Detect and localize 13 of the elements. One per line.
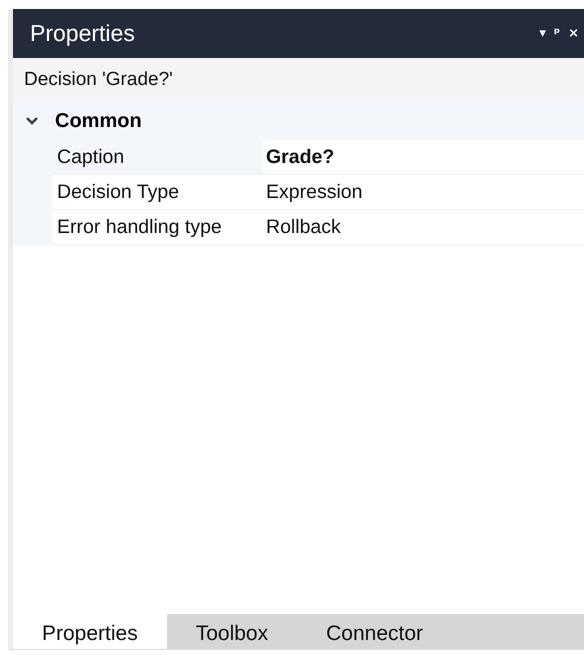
property-value[interactable]: Rollback bbox=[263, 210, 584, 245]
property-name[interactable]: Decision Type bbox=[52, 175, 263, 210]
tab[interactable]: Properties bbox=[13, 614, 167, 649]
chevron-icon[interactable] bbox=[25, 116, 39, 126]
property-name[interactable]: Error handling type bbox=[52, 210, 263, 245]
property-value[interactable]: Expression bbox=[263, 175, 584, 210]
property-value[interactable]: Grade? bbox=[263, 140, 584, 175]
window-control-button[interactable]: ▾ bbox=[536, 26, 549, 41]
object-header: Decision 'Grade?' bbox=[13, 58, 584, 102]
panel-title: Properties bbox=[30, 20, 135, 47]
window-control-button[interactable]: ᵖ bbox=[550, 26, 564, 41]
window-control-button[interactable]: × bbox=[565, 26, 582, 41]
category-name: Common bbox=[55, 110, 142, 132]
